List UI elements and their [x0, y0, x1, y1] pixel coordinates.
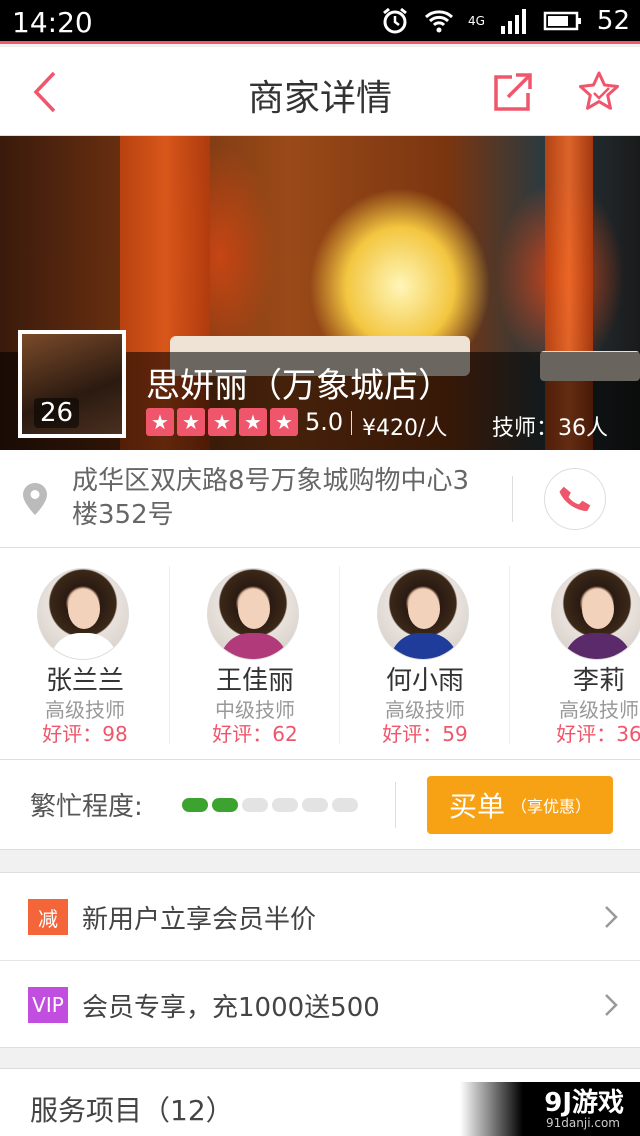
shop-address: 成华区双庆路8号万象城购物中心3楼352号 [72, 466, 470, 530]
star-icon: ★ [239, 408, 267, 436]
alarm-icon [383, 7, 407, 34]
avatar-outfit [50, 633, 118, 659]
star-icon: ★ [208, 408, 236, 436]
photo-count: 26 [34, 398, 80, 428]
technician-score: 好评：36 [556, 722, 640, 746]
busy-dot-inactive [302, 798, 328, 812]
promo-text: 会员专享，充1000送500 [82, 993, 380, 1023]
promo-item-new-user[interactable]: 减 新用户立享会员半价 [0, 873, 640, 961]
page-title: 商家详情 [247, 78, 392, 119]
star-icon: ★ [177, 408, 205, 436]
discount-badge: 减 [28, 899, 68, 935]
location-pin-icon [23, 483, 47, 515]
technician-list: 张兰兰 高级技师 好评：98 王佳丽 中级技师 好评：62 何小雨 高级技师 好… [0, 548, 640, 760]
call-button[interactable] [544, 468, 606, 530]
rating-score: 5.0 [305, 408, 344, 436]
technician-name: 李莉 [572, 666, 625, 696]
promo-text: 新用户立享会员半价 [82, 905, 317, 935]
technician-avatar [207, 568, 299, 660]
technician-score: 好评：62 [212, 722, 298, 746]
avatar-outfit [390, 633, 458, 659]
technician-score: 好评：98 [42, 722, 128, 746]
watermark: 9J游戏 91danji.com [460, 1082, 640, 1136]
shop-photo-thumbnail[interactable]: 26 [18, 330, 126, 438]
busy-dot-inactive [242, 798, 268, 812]
price-per-person: ¥420/人 [362, 416, 448, 441]
card-divider [509, 566, 510, 744]
technician-avatar [377, 568, 469, 660]
technician-name: 王佳丽 [215, 666, 294, 696]
technician-count: 技师：36人 [492, 416, 608, 441]
busy-label: 繁忙程度: [30, 792, 143, 822]
technician-avatar [551, 568, 640, 660]
phone-icon [559, 486, 591, 512]
pay-bill-sublabel: （享优惠） [511, 797, 592, 816]
busy-dot-active [212, 798, 238, 812]
address-row[interactable]: 成华区双庆路8号万象城购物中心3楼352号 [0, 450, 640, 548]
services-title: 服务项目（12） [30, 1094, 234, 1127]
chevron-right-icon [605, 994, 618, 1016]
favorite-star-icon[interactable] [576, 69, 622, 115]
technician-avatar [37, 568, 129, 660]
status-time: 14:20 [12, 6, 93, 39]
battery-level: 52 [596, 6, 630, 36]
network-label: 4G [467, 14, 485, 28]
technician-card[interactable]: 李莉 高级技师 好评：36 [514, 548, 640, 759]
promotions-list: 减 新用户立享会员半价 VIP 会员专享，充1000送500 [0, 872, 640, 1048]
wifi-icon [424, 10, 453, 33]
status-icons: 4G 52 [380, 6, 630, 36]
rating-divider [351, 411, 352, 435]
technician-name: 何小雨 [385, 666, 464, 696]
avatar-outfit [564, 633, 632, 659]
technician-score: 好评：59 [382, 722, 468, 746]
busy-level-row: 繁忙程度: 买单 （享优惠） [0, 760, 640, 850]
busy-dot-inactive [332, 798, 358, 812]
busy-dot-active [182, 798, 208, 812]
shop-name: 思妍丽（万象城店） [146, 366, 452, 406]
address-divider [512, 476, 513, 522]
chevron-right-icon [605, 906, 618, 928]
watermark-url: 91danji.com [546, 1116, 620, 1130]
pay-bill-button[interactable]: 买单 （享优惠） [427, 776, 613, 834]
technician-card[interactable]: 何小雨 高级技师 好评：59 [340, 548, 510, 759]
promo-item-vip[interactable]: VIP 会员专享，充1000送500 [0, 961, 640, 1049]
technician-card[interactable]: 张兰兰 高级技师 好评：98 [0, 548, 170, 759]
battery-icon [543, 11, 581, 31]
technician-name: 张兰兰 [45, 666, 124, 696]
star-rating: ★ ★ ★ ★ ★ [146, 408, 298, 436]
share-icon[interactable] [490, 69, 536, 115]
busy-divider [395, 782, 396, 828]
pay-bill-label: 买单 [448, 790, 505, 823]
avatar-outfit [220, 633, 288, 659]
busy-indicator [182, 798, 358, 812]
vip-badge: VIP [28, 987, 68, 1023]
busy-dot-inactive [272, 798, 298, 812]
status-bar: 14:20 4G 52 [0, 0, 640, 44]
star-icon: ★ [146, 408, 174, 436]
star-icon: ★ [270, 408, 298, 436]
watermark-logo: 9J游戏 [544, 1088, 624, 1118]
technician-card[interactable]: 王佳丽 中级技师 好评：62 [170, 548, 340, 759]
nav-header: 商家详情 [0, 47, 640, 136]
signal-icon [500, 9, 526, 34]
